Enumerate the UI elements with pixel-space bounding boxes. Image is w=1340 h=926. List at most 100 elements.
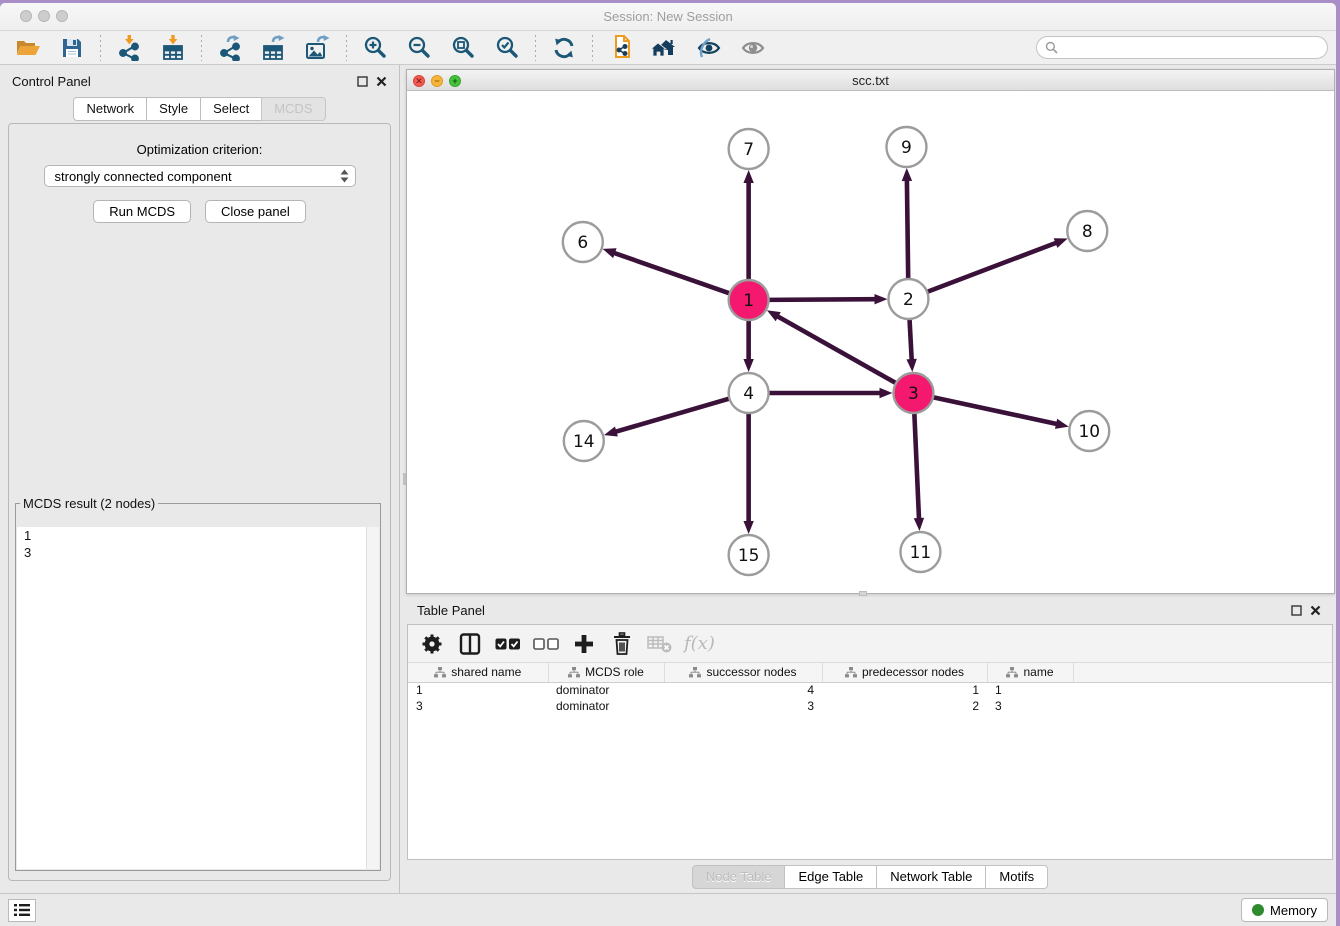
graph-edge-1-7[interactable] xyxy=(743,170,753,280)
graph-edge-1-2[interactable] xyxy=(769,294,888,304)
splitter-handle[interactable] xyxy=(859,591,867,596)
import-table-icon[interactable] xyxy=(153,33,193,63)
optimization-criterion-dropdown[interactable]: strongly connected component xyxy=(44,165,356,187)
graph-node-10[interactable]: 10 xyxy=(1069,411,1109,451)
network-maximize-button[interactable]: + xyxy=(449,75,461,87)
memory-button[interactable]: Memory xyxy=(1241,898,1328,922)
new-network-from-selection-icon[interactable] xyxy=(601,33,641,63)
table-panel-title: Table Panel xyxy=(417,603,485,618)
splitter-handle[interactable] xyxy=(403,473,406,485)
graph-node-1[interactable]: 1 xyxy=(729,280,769,320)
run-mcds-button[interactable]: Run MCDS xyxy=(93,200,191,223)
tab-edge-table[interactable]: Edge Table xyxy=(784,865,877,889)
zoom-in-icon[interactable] xyxy=(355,33,395,63)
graph-node-3[interactable]: 3 xyxy=(893,373,933,413)
graph-node-11[interactable]: 11 xyxy=(900,532,940,572)
table-header-row: shared nameMCDS rolesuccessor nodesprede… xyxy=(408,663,1332,682)
graph-edge-1-6[interactable] xyxy=(603,248,730,293)
close-panel-icon[interactable] xyxy=(1310,605,1321,616)
deselect-all-icon[interactable] xyxy=(532,630,560,658)
delete-column-icon[interactable] xyxy=(608,630,636,658)
graph-edge-4-14[interactable] xyxy=(604,399,729,437)
export-image-icon[interactable] xyxy=(298,33,338,63)
float-panel-icon[interactable] xyxy=(357,76,368,87)
hide-selection-icon[interactable] xyxy=(689,33,729,63)
apply-layout-icon[interactable] xyxy=(544,33,584,63)
add-column-icon[interactable] xyxy=(570,630,598,658)
search-input[interactable] xyxy=(1063,41,1319,55)
graph-node-15[interactable]: 15 xyxy=(729,535,769,575)
graph-node-9[interactable]: 9 xyxy=(886,127,926,167)
column-header-MCDS-role[interactable]: MCDS role xyxy=(548,663,664,682)
toolbar-separator xyxy=(535,35,536,61)
column-header-predecessor-nodes[interactable]: predecessor nodes xyxy=(822,663,987,682)
tab-style[interactable]: Style xyxy=(146,97,201,121)
graph-node-4[interactable]: 4 xyxy=(729,373,769,413)
zoom-selected-icon[interactable] xyxy=(487,33,527,63)
table-cell[interactable]: 4 xyxy=(664,682,822,698)
window-traffic-lights[interactable] xyxy=(20,10,68,22)
export-table-icon[interactable] xyxy=(254,33,294,63)
network-minimize-button[interactable]: − xyxy=(431,75,443,87)
graph-edge-3-1[interactable] xyxy=(767,310,896,383)
graph-node-8[interactable]: 8 xyxy=(1067,211,1107,251)
mcds-result-box[interactable]: 13 xyxy=(17,527,379,869)
graph-edge-3-10[interactable] xyxy=(933,397,1069,429)
tab-node-table[interactable]: Node Table xyxy=(692,865,786,889)
table-row[interactable]: 1dominator411 xyxy=(408,682,1332,698)
close-panel-icon[interactable] xyxy=(376,76,387,87)
graph-edge-4-3[interactable] xyxy=(769,388,893,398)
save-session-icon[interactable] xyxy=(52,33,92,63)
graph-edge-4-15[interactable] xyxy=(743,413,753,534)
import-network-icon[interactable] xyxy=(109,33,149,63)
graph-node-7[interactable]: 7 xyxy=(729,129,769,169)
table-cell[interactable]: 1 xyxy=(408,682,548,698)
graph-node-2[interactable]: 2 xyxy=(888,279,928,319)
zoom-fit-icon[interactable] xyxy=(443,33,483,63)
table-cell[interactable]: 3 xyxy=(408,698,548,714)
graph-edge-2-9[interactable] xyxy=(902,168,912,279)
mcds-result-scrollbar[interactable] xyxy=(366,527,379,869)
tab-network[interactable]: Network xyxy=(73,97,147,121)
graph-edge-2-3[interactable] xyxy=(906,319,916,372)
graph-edge-2-8[interactable] xyxy=(927,238,1068,292)
tab-motifs[interactable]: Motifs xyxy=(985,865,1048,889)
open-session-icon[interactable] xyxy=(8,33,48,63)
column-header-name[interactable]: name xyxy=(987,663,1073,682)
table-cell[interactable]: 1 xyxy=(987,682,1073,698)
table-cell[interactable]: 2 xyxy=(822,698,987,714)
table-cell[interactable]: 1 xyxy=(822,682,987,698)
select-all-icon[interactable] xyxy=(494,630,522,658)
table-cell[interactable]: 3 xyxy=(987,698,1073,714)
zoom-out-icon[interactable] xyxy=(399,33,439,63)
minimize-window-button[interactable] xyxy=(38,10,50,22)
task-history-button[interactable] xyxy=(8,899,36,922)
close-panel-button[interactable]: Close panel xyxy=(205,200,306,223)
graph-node-14[interactable]: 14 xyxy=(564,421,604,461)
network-close-button[interactable]: ✕ xyxy=(413,75,425,87)
tab-mcds[interactable]: MCDS xyxy=(261,97,325,121)
first-neighbors-icon[interactable] xyxy=(645,33,685,63)
export-network-icon[interactable] xyxy=(210,33,250,63)
tab-select[interactable]: Select xyxy=(200,97,262,121)
dropdown-value: strongly connected component xyxy=(55,169,340,184)
table-cell[interactable]: 3 xyxy=(664,698,822,714)
table-panel-inner: f(x) shared nameMCDS rolesuccessor nodes… xyxy=(407,624,1333,860)
table-empty-area[interactable] xyxy=(408,714,1332,859)
zoom-window-button[interactable] xyxy=(56,10,68,22)
table-row[interactable]: 3dominator323 xyxy=(408,698,1332,714)
gear-icon[interactable] xyxy=(418,630,446,658)
split-panel-icon[interactable] xyxy=(456,630,484,658)
column-header-successor-nodes[interactable]: successor nodes xyxy=(664,663,822,682)
graph-edge-3-11[interactable] xyxy=(914,413,924,531)
close-window-button[interactable] xyxy=(20,10,32,22)
graph-edge-1-4[interactable] xyxy=(743,320,753,372)
show-all-icon[interactable] xyxy=(733,33,773,63)
graph-node-6[interactable]: 6 xyxy=(563,222,603,262)
table-cell[interactable]: dominator xyxy=(548,698,664,714)
tab-network-table[interactable]: Network Table xyxy=(876,865,986,889)
column-header-shared-name[interactable]: shared name xyxy=(408,663,548,682)
network-canvas[interactable]: 7 9 6 8 1 2 4 3 14 10 15 11 xyxy=(407,91,1334,593)
float-panel-icon[interactable] xyxy=(1291,605,1302,616)
table-cell[interactable]: dominator xyxy=(548,682,664,698)
